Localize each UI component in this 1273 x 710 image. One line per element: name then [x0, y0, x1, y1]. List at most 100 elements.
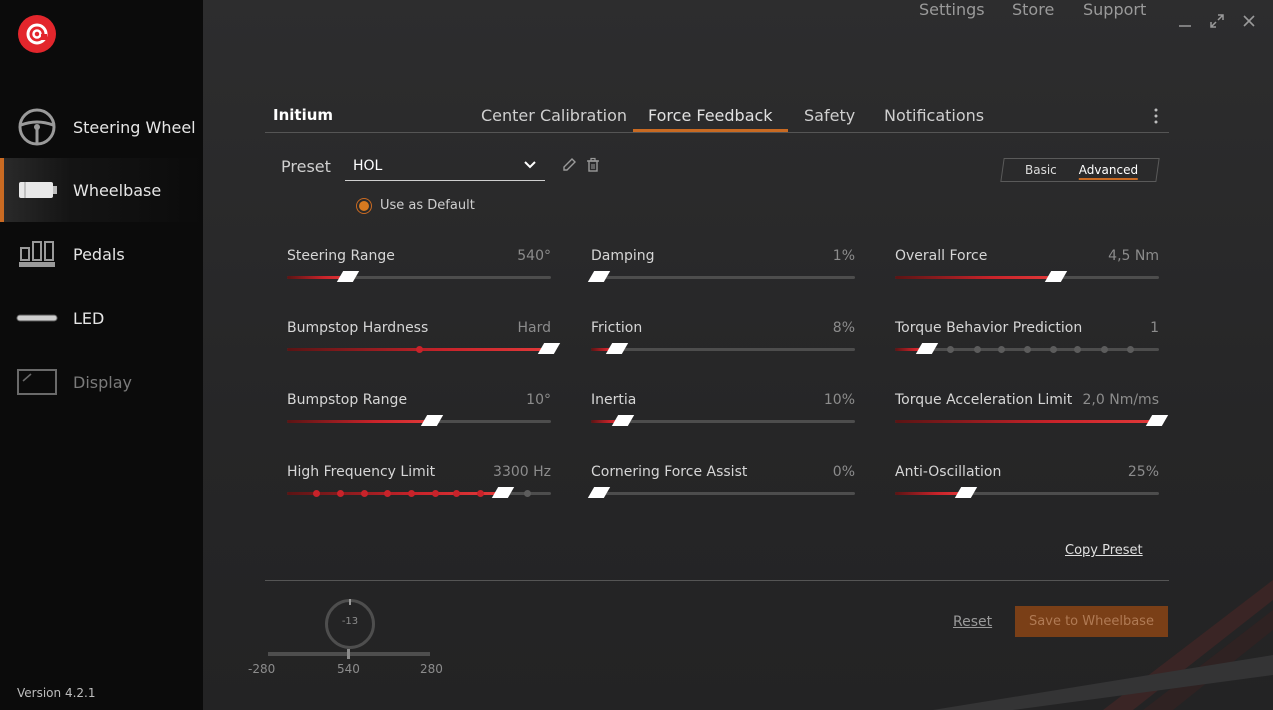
slider-handle[interactable] — [421, 415, 444, 426]
slider-track[interactable] — [591, 343, 855, 354]
minimize-icon — [1179, 25, 1191, 27]
param-value: 3300 Hz — [493, 464, 551, 480]
edit-preset-button[interactable] — [561, 157, 577, 173]
slider-step-dot — [431, 490, 439, 497]
slider-handle[interactable] — [915, 343, 938, 354]
sidebar-item-label: Wheelbase — [73, 180, 162, 200]
slider-track[interactable] — [895, 487, 1159, 498]
sidebar-item-display[interactable]: Display — [0, 350, 203, 414]
sidebar-item-pedals[interactable]: Pedals — [0, 222, 203, 286]
device-name: Initium — [273, 106, 334, 124]
footer-divider — [265, 580, 1169, 581]
slider-track[interactable] — [287, 487, 551, 498]
param-label: Overall Force — [895, 248, 988, 264]
use-as-default-radio[interactable] — [356, 198, 372, 214]
wheelbase-icon — [16, 170, 58, 210]
tab-notifications[interactable]: Notifications — [884, 106, 984, 125]
param-label: Bumpstop Range — [287, 392, 408, 408]
kebab-menu-icon — [1154, 108, 1158, 124]
param-anti-oscillation: Anti-Oscillation 25% — [895, 464, 1163, 524]
slider-step-dot — [947, 346, 955, 353]
mode-toggle: Basic Advanced — [1000, 158, 1160, 182]
advanced-mode-button[interactable]: Advanced — [1078, 163, 1139, 180]
sidebar-item-wheelbase[interactable]: Wheelbase — [0, 158, 203, 222]
range-left-label: -280 — [248, 662, 276, 676]
slider-track[interactable] — [287, 343, 561, 354]
minimize-button[interactable] — [1176, 12, 1194, 30]
slider-handle[interactable] — [537, 343, 561, 354]
chevron-down-icon — [524, 161, 536, 169]
param-label: Damping — [591, 248, 655, 264]
param-bumpstop-range: Bumpstop Range 10° — [287, 392, 555, 452]
slider-handle[interactable] — [587, 271, 611, 282]
sidebar-item-label: Display — [73, 372, 132, 392]
preset-label: Preset — [281, 157, 331, 176]
close-icon — [1243, 15, 1255, 27]
slider-track[interactable] — [591, 415, 855, 426]
slider-handle[interactable] — [1044, 271, 1068, 282]
tab-center-calibration[interactable]: Center Calibration — [481, 106, 627, 125]
tab-safety[interactable]: Safety — [804, 106, 855, 125]
save-to-wheelbase-button[interactable]: Save to Wheelbase — [1015, 606, 1168, 637]
param-label: High Frequency Limit — [287, 464, 436, 480]
slider-step-dot — [1024, 346, 1031, 353]
slider-handle[interactable] — [336, 271, 359, 282]
slider-step-dot — [973, 346, 981, 353]
param-label: Steering Range — [287, 248, 395, 264]
slider-step-dot — [416, 346, 423, 353]
sidebar-item-label: Pedals — [73, 244, 125, 264]
tab-force-feedback[interactable]: Force Feedback — [648, 106, 773, 125]
maximize-button[interactable] — [1208, 12, 1226, 30]
param-friction: Friction 8% — [591, 320, 859, 380]
slider-track[interactable] — [895, 343, 1159, 354]
reset-link[interactable]: Reset — [953, 614, 992, 630]
param-inertia: Inertia 10% — [591, 392, 859, 452]
dial-marker — [349, 599, 351, 605]
param-torque-acceleration-limit: Torque Acceleration Limit 2,0 Nm/ms — [895, 392, 1169, 452]
slider-track[interactable] — [287, 415, 551, 426]
tabs-bar: Initium Center Calibration Force Feedbac… — [265, 100, 1169, 133]
slider-handle[interactable] — [606, 343, 629, 354]
support-link[interactable]: Support — [1083, 0, 1146, 19]
slider-step-dot — [1074, 346, 1082, 353]
sidebar-item-led[interactable]: LED — [0, 286, 203, 350]
param-value: 540° — [517, 248, 551, 264]
slider-handle[interactable] — [1145, 415, 1169, 426]
sidebar-item-steering-wheel[interactable]: Steering Wheel — [0, 95, 203, 159]
slider-track[interactable] — [895, 271, 1159, 282]
param-value: Hard — [517, 320, 551, 336]
param-value: 10° — [526, 392, 551, 408]
param-bumpstop-hardness: Bumpstop Hardness Hard — [287, 320, 561, 380]
slider-handle[interactable] — [587, 487, 611, 498]
steering-range-bar — [268, 649, 430, 659]
slider-handle[interactable] — [611, 415, 634, 426]
param-label: Torque Behavior Prediction — [895, 320, 1083, 336]
more-options-button[interactable] — [1153, 106, 1159, 126]
slider-track[interactable] — [587, 271, 855, 282]
param-value: 1 — [1150, 320, 1159, 336]
slider-track[interactable] — [587, 487, 855, 498]
store-link[interactable]: Store — [1012, 0, 1054, 19]
slider-step-dot — [524, 490, 532, 497]
delete-preset-button[interactable] — [585, 157, 601, 173]
slider-step-dot — [1100, 346, 1108, 353]
preset-dropdown[interactable]: HOL — [345, 150, 545, 181]
param-value: 0% — [832, 464, 855, 480]
basic-mode-button[interactable]: Basic — [1025, 163, 1057, 177]
slider-track[interactable] — [895, 415, 1169, 426]
brand-logo — [18, 15, 56, 53]
logo-icon — [26, 23, 48, 45]
slider-handle[interactable] — [955, 487, 978, 498]
copy-preset-link[interactable]: Copy Preset — [1065, 543, 1143, 558]
close-button[interactable] — [1240, 12, 1258, 30]
param-steering-range: Steering Range 540° — [287, 248, 555, 308]
sidebar-item-label: LED — [73, 308, 105, 328]
slider-step-dot — [384, 490, 392, 497]
settings-link[interactable]: Settings — [919, 0, 985, 19]
param-damping: Damping 1% — [587, 248, 859, 308]
param-label: Bumpstop Hardness — [287, 320, 429, 336]
slider-step-dot — [336, 490, 344, 497]
slider-track[interactable] — [287, 271, 551, 282]
maximize-icon — [1210, 14, 1224, 28]
slider-handle[interactable] — [492, 487, 515, 498]
